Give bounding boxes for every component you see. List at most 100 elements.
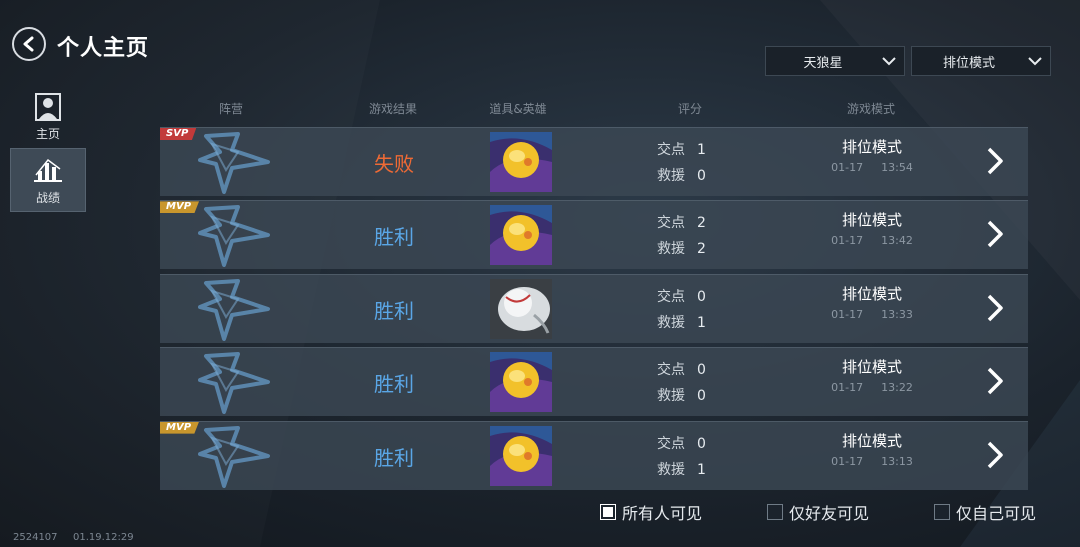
match-clock: 13:42 (881, 234, 913, 248)
stat-rescue: 救援 0 (657, 385, 706, 405)
column-header-camp: 阵营 (218, 102, 244, 116)
mvp-badge: MVP (160, 201, 200, 214)
match-result-text: 胜利 (374, 225, 414, 250)
match-result-text: 失败 (374, 152, 414, 176)
stat-points-label: 交点 (657, 288, 685, 305)
mode-name: 排位模式 (842, 431, 903, 450)
back-button[interactable] (12, 27, 46, 61)
chevron-right-icon[interactable] (986, 146, 1004, 180)
match-date: 01-17 (831, 307, 864, 321)
server-dropdown[interactable]: 天狼星 (765, 46, 905, 76)
stat-points: 交点 0 (657, 286, 706, 306)
stat-rescue: 救援 0 (657, 165, 706, 185)
footer-datetime: 01.19.12:29 (73, 532, 134, 543)
baseball-hero-icon (490, 278, 552, 339)
visibility-label: 仅自己可见 (956, 504, 1037, 523)
mode-name: 排位模式 (842, 284, 903, 303)
mvp-badge: MVP (160, 421, 200, 434)
camp-emblem-icon (198, 277, 270, 345)
visibility-option-friends[interactable]: 仅好友可见 (767, 500, 869, 524)
match-result-text: 胜利 (374, 445, 414, 470)
match-date: 01-17 (831, 454, 864, 468)
stat-rescue-value: 0 (697, 168, 706, 184)
match-time: 01-17 13:54 (831, 161, 913, 174)
match-clock: 13:33 (881, 307, 913, 321)
chevron-right-icon[interactable] (986, 293, 1004, 327)
sidebar-item-label: 主页 (35, 126, 60, 141)
visibility-label: 所有人可见 (622, 504, 703, 523)
column-header-hero: 道具&英雄 (489, 102, 547, 116)
stat-points: 交点 0 (657, 433, 706, 453)
footer-id: 2524107 (13, 532, 58, 543)
chevron-right-icon[interactable] (986, 440, 1004, 474)
stat-rescue-value: 2 (697, 241, 706, 258)
stat-rescue-value: 1 (697, 461, 706, 478)
mode-name: 排位模式 (842, 138, 903, 156)
yellow-ball-hero-icon (490, 205, 552, 266)
checkbox-icon (767, 504, 783, 520)
page-title: 个人主页 (57, 36, 150, 61)
stat-points: 交点 0 (657, 359, 706, 379)
match-clock: 13:22 (881, 381, 913, 395)
match-clock: 13:54 (881, 161, 913, 174)
bar-chart-icon (32, 155, 64, 185)
match-row[interactable]: 胜利 交点 0 救援 1 排位模式 01-17 13:33 (160, 273, 1028, 345)
stat-points: 交点 2 (657, 212, 706, 232)
match-row[interactable]: MVP 胜利 交点 0 救援 1 排位模式 01-17 13:13 (160, 420, 1028, 492)
stat-rescue-value: 1 (697, 314, 706, 331)
match-clock: 13:13 (881, 454, 913, 468)
stat-points-value: 0 (697, 362, 706, 379)
stat-points-label: 交点 (657, 215, 685, 232)
stat-points-label: 交点 (657, 362, 685, 379)
stat-points-value: 1 (697, 142, 706, 158)
stat-rescue-label: 救援 (657, 241, 685, 258)
match-time: 01-17 13:13 (831, 455, 913, 468)
match-row[interactable]: 胜利 交点 0 救援 0 排位模式 01-17 13:22 (160, 347, 1028, 417)
match-result-text: 胜利 (374, 372, 414, 397)
stat-points-value: 0 (697, 435, 706, 452)
match-result-text: 胜利 (374, 298, 414, 323)
match-date: 01-17 (831, 234, 864, 248)
visibility-option-self[interactable]: 仅自己可见 (934, 500, 1036, 524)
sidebar-item-label: 战绩 (35, 190, 60, 205)
match-date: 01-17 (831, 381, 864, 395)
svp-badge: SVP (160, 128, 197, 140)
column-header-result: 游戏结果 (368, 102, 418, 116)
match-date: 01-17 (831, 161, 864, 174)
mode-dropdown[interactable]: 排位模式 (911, 46, 1051, 76)
stat-points-label: 交点 (657, 435, 685, 452)
camp-emblem-icon (198, 424, 270, 492)
stat-points-value: 0 (697, 288, 706, 305)
column-header-score: 评分 (677, 102, 703, 116)
checkbox-icon (934, 504, 950, 520)
stat-rescue: 救援 1 (657, 312, 706, 332)
camp-emblem-icon (198, 130, 270, 198)
match-row[interactable]: MVP 胜利 交点 2 救援 2 排位模式 01-17 13:42 (160, 200, 1028, 270)
stat-points: 交点 1 (657, 139, 706, 159)
mode-dropdown-value: 排位模式 (942, 55, 995, 71)
stat-rescue: 救援 1 (657, 459, 706, 479)
visibility-option-all[interactable]: 所有人可见 (600, 500, 702, 524)
stat-rescue-label: 救援 (657, 461, 685, 478)
yellow-ball-hero-icon (490, 132, 552, 192)
yellow-ball-hero-icon (490, 352, 552, 413)
visibility-label: 仅好友可见 (789, 504, 870, 523)
column-header-mode: 游戏模式 (846, 102, 896, 116)
yellow-ball-hero-icon (490, 425, 552, 486)
user-profile-icon (35, 91, 61, 121)
match-time: 01-17 13:42 (831, 234, 913, 247)
mode-name: 排位模式 (842, 211, 903, 230)
chevron-right-icon[interactable] (986, 219, 1004, 253)
back-arrow-icon (23, 36, 34, 52)
server-dropdown-value: 天狼星 (803, 55, 843, 71)
sidebar-item-home[interactable]: 主页 (10, 84, 86, 148)
stat-rescue-value: 0 (697, 388, 706, 405)
match-time: 01-17 13:33 (831, 308, 913, 321)
stat-points-label: 交点 (657, 142, 685, 158)
stat-rescue: 救援 2 (657, 238, 706, 258)
stat-points-value: 2 (697, 215, 706, 232)
sidebar-item-stats[interactable]: 战绩 (10, 148, 86, 212)
match-row[interactable]: SVP 失败 交点 1 救援 0 排位模式 01-17 13:54 (160, 127, 1028, 196)
checkbox-icon (600, 504, 616, 520)
chevron-right-icon[interactable] (986, 366, 1004, 400)
